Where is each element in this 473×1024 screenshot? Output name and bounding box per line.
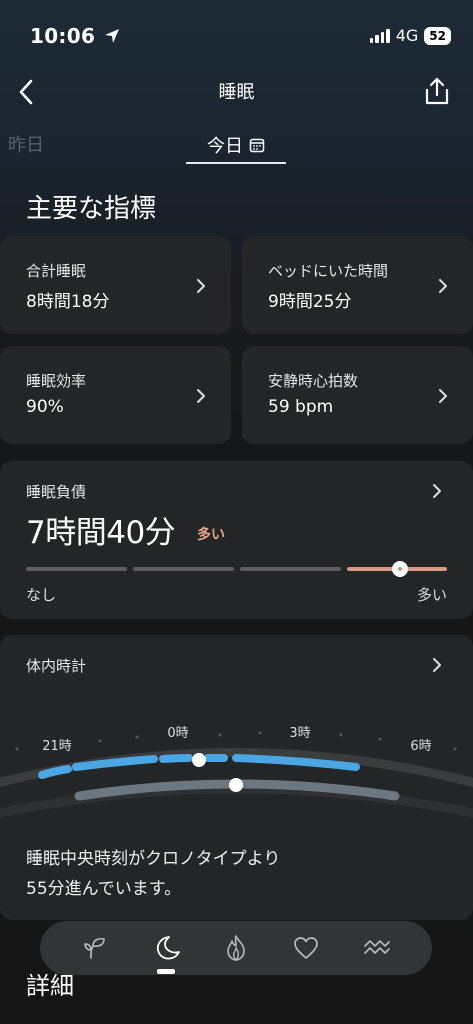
chevron-right-icon bbox=[439, 389, 447, 403]
debt-scale-segment bbox=[26, 567, 127, 571]
hour-label: 6時 bbox=[410, 739, 431, 754]
section-title: 主要な指標 bbox=[26, 194, 157, 224]
sleep-debt-level: 多い bbox=[197, 527, 225, 543]
body-clock-description: 睡眠中央時刻がクロノタイプより 55分進んでいます。 bbox=[26, 844, 280, 904]
sleep-debt-card[interactable]: 睡眠負債 7時間40分 多い なし 多い bbox=[0, 461, 473, 619]
tab-readiness[interactable] bbox=[75, 928, 115, 968]
flame-icon bbox=[227, 935, 245, 961]
metric-value: 8時間18分 bbox=[26, 292, 110, 312]
tab-sleep[interactable] bbox=[146, 928, 186, 974]
metric-label: 合計睡眠 bbox=[26, 262, 87, 280]
bottom-tab-bar bbox=[40, 921, 432, 975]
hour-tick-dots bbox=[15, 731, 457, 751]
sprout-icon bbox=[84, 937, 105, 959]
chevron-right-icon bbox=[433, 484, 441, 498]
tab-activity[interactable] bbox=[216, 928, 256, 968]
chevron-right-icon bbox=[197, 389, 205, 403]
metric-label: ベッドにいた時間 bbox=[268, 262, 389, 280]
share-button[interactable] bbox=[417, 70, 457, 112]
debt-scale-max-label: 多い bbox=[416, 586, 447, 604]
hour-label: 3時 bbox=[289, 726, 310, 741]
waves-icon bbox=[363, 940, 390, 954]
hour-label: 21時 bbox=[42, 739, 72, 754]
sleep-debt-value: 7時間40分 bbox=[26, 515, 176, 551]
metric-value: 59 bpm bbox=[268, 397, 334, 417]
tab-heart[interactable] bbox=[286, 928, 326, 968]
chronotype-midpoint-marker bbox=[229, 778, 243, 792]
calendar-icon bbox=[249, 138, 265, 153]
body-clock-chart: 21時 0時 3時 6時 bbox=[0, 726, 473, 818]
chevron-right-icon bbox=[197, 279, 205, 293]
battery-icon: 52 bbox=[424, 26, 451, 45]
debt-scale-segment bbox=[240, 567, 341, 571]
active-tab-indicator bbox=[156, 969, 175, 974]
chronotype-track bbox=[0, 784, 473, 818]
description-line: 睡眠中央時刻がクロノタイプより bbox=[26, 849, 281, 869]
metric-card-resting-heart-rate[interactable]: 安静時心拍数 59 bpm bbox=[242, 346, 473, 444]
signal-icon bbox=[369, 28, 390, 43]
moon-icon bbox=[156, 936, 180, 960]
metric-label: 安静時心拍数 bbox=[268, 372, 359, 390]
debt-scale-min-label: なし bbox=[26, 586, 57, 604]
sleep-segment bbox=[38, 765, 72, 779]
metric-label: 睡眠効率 bbox=[26, 372, 87, 390]
tab-today-label: 今日 bbox=[207, 136, 243, 157]
sleep-segment bbox=[159, 754, 193, 763]
metric-value: 90% bbox=[26, 397, 64, 417]
status-time: 10:06 bbox=[30, 24, 120, 48]
tab-vitals[interactable] bbox=[357, 928, 397, 968]
heart-icon bbox=[294, 937, 319, 959]
metric-card-sleep-efficiency[interactable]: 睡眠効率 90% bbox=[0, 346, 231, 444]
metric-card-time-in-bed[interactable]: ベッドにいた時間 9時間25分 bbox=[242, 236, 473, 334]
page-title: 睡眠 bbox=[218, 82, 255, 103]
status-time-text: 10:06 bbox=[30, 24, 96, 48]
description-line: 55分進んでいます。 bbox=[26, 879, 182, 899]
network-label: 4G bbox=[395, 26, 419, 45]
debt-level-marker bbox=[392, 561, 408, 577]
tab-today[interactable]: 今日 bbox=[186, 128, 286, 164]
tab-previous-day[interactable]: 昨日 bbox=[8, 131, 44, 157]
metric-value: 9時間25分 bbox=[268, 292, 352, 312]
sleep-debt-title: 睡眠負債 bbox=[26, 483, 87, 501]
debt-scale-segment bbox=[133, 567, 234, 571]
sleep-midpoint-marker bbox=[192, 753, 206, 767]
status-indicators: 4G 52 bbox=[369, 26, 451, 45]
location-arrow-icon bbox=[105, 29, 120, 43]
chevron-right-icon bbox=[439, 279, 447, 293]
share-icon bbox=[425, 77, 449, 105]
body-clock-card[interactable]: 体内時計 21時 0時 3時 6時 睡眠中央時刻がクロノタイプより 55分進んで… bbox=[0, 635, 473, 920]
hour-label: 0時 bbox=[167, 726, 188, 741]
metric-card-total-sleep[interactable]: 合計睡眠 8時間18分 bbox=[0, 236, 231, 334]
